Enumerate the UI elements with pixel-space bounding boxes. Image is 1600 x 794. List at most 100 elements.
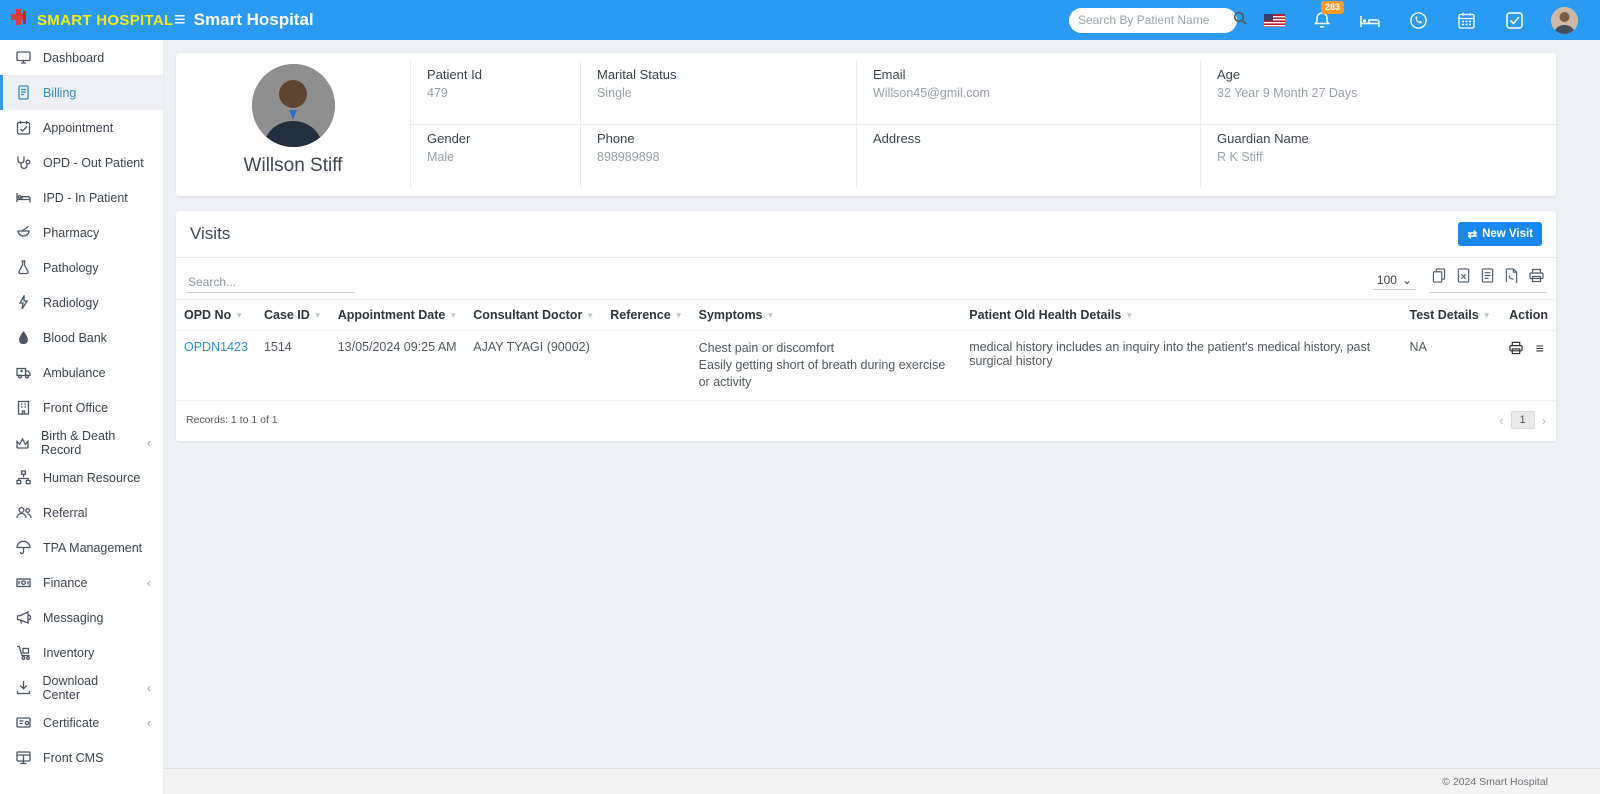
print-icon[interactable]: [1529, 268, 1544, 288]
column-header-reference[interactable]: Reference ▼: [602, 299, 691, 331]
language-flag-icon[interactable]: [1263, 9, 1285, 31]
ambulance-icon: [15, 365, 32, 380]
column-header-opd-no[interactable]: OPD No ▼: [176, 299, 256, 331]
caret-down-icon: ⌄: [1401, 273, 1412, 287]
top-header-bar: SMART HOSPITAL ≡ Smart Hospital 283: [0, 0, 1600, 40]
sidebar-item-appointment[interactable]: Appointment: [0, 110, 163, 145]
reference-cell: [602, 330, 691, 401]
sort-icon: ▼: [674, 311, 683, 321]
sidebar-item-referral[interactable]: Referral: [0, 495, 163, 530]
sidebar-item-finance[interactable]: Finance ‹: [0, 565, 163, 600]
pagination-prev-icon[interactable]: ‹: [1499, 413, 1503, 428]
sidebar-item-billing[interactable]: Billing: [0, 75, 163, 110]
sort-icon: ▼: [449, 311, 458, 321]
appointment-date-cell: 13/05/2024 09:25 AM: [329, 330, 466, 401]
column-header-symptoms[interactable]: Symptoms ▼: [690, 299, 962, 331]
page-size-select[interactable]: 100 ⌄: [1372, 271, 1416, 290]
sidebar-item-tpa-management[interactable]: TPA Management: [0, 530, 163, 565]
row-details-list-icon[interactable]: ≡: [1536, 340, 1544, 356]
bed-icon: [15, 190, 32, 205]
blood-drop-icon: [15, 330, 32, 345]
sidebar-item-pharmacy[interactable]: Pharmacy: [0, 215, 163, 250]
billing-icon: [15, 85, 32, 100]
sidebar-item-human-resource[interactable]: Human Resource: [0, 460, 163, 495]
column-header-case-id[interactable]: Case ID ▼: [255, 299, 330, 331]
copy-icon[interactable]: [1432, 268, 1446, 288]
page-footer: © 2024 Smart Hospital: [164, 768, 1600, 794]
test-details-cell: NA: [1401, 330, 1502, 401]
visits-card: Visits ⇄ New Visit 100 ⌄: [176, 211, 1556, 441]
column-header-appointment-date[interactable]: Appointment Date ▼: [329, 299, 466, 331]
beds-icon[interactable]: [1359, 9, 1381, 31]
user-avatar[interactable]: [1551, 6, 1578, 34]
app-logo[interactable]: SMART HOSPITAL: [0, 0, 173, 40]
sidebar-item-front-cms[interactable]: Front CMS: [0, 740, 163, 775]
patient-search-input[interactable]: [1078, 13, 1233, 27]
hamburger-menu-icon[interactable]: ≡: [174, 0, 186, 40]
chevron-left-icon: ‹: [147, 680, 151, 695]
patient-photo: [251, 64, 335, 147]
sidebar-item-blood-bank[interactable]: Blood Bank: [0, 320, 163, 355]
sort-icon: ▼: [766, 311, 775, 321]
radiology-icon: [15, 295, 32, 310]
calendar-icon[interactable]: [1455, 9, 1477, 31]
pagination: ‹ 1 ›: [1499, 411, 1546, 429]
sidebar-item-inventory[interactable]: Inventory: [0, 635, 163, 670]
download-icon: [15, 680, 31, 695]
chevron-left-icon: ‹: [147, 575, 151, 590]
sidebar-item-ipd[interactable]: IPD - In Patient: [0, 180, 163, 215]
sidebar-item-ambulance[interactable]: Ambulance: [0, 355, 163, 390]
chevron-left-icon: ‹: [147, 435, 151, 450]
visits-search-input[interactable]: [186, 272, 354, 293]
visits-table-header-row: OPD No ▼ Case ID ▼ Appointment Date ▼ Consu…: [176, 299, 1556, 331]
csv-export-icon[interactable]: [1481, 268, 1494, 288]
new-visit-button[interactable]: ⇄ New Visit: [1458, 222, 1542, 246]
visit-table-row: OPDN1423 1514 13/05/2024 09:25 AM AJAY T…: [176, 330, 1556, 401]
search-icon[interactable]: [1233, 11, 1247, 30]
sidebar-item-download-center[interactable]: Download Center ‹: [0, 670, 163, 705]
visits-title: Visits: [190, 224, 231, 243]
logo-text: SMART HOSPITAL: [37, 11, 174, 29]
patient-field-patient-id: Patient Id 479: [410, 61, 580, 125]
pagination-page-1[interactable]: 1: [1510, 411, 1535, 429]
patient-field-marital-status: Marital Status Single: [580, 61, 856, 125]
case-id-cell: 1514: [255, 330, 330, 401]
sidebar-item-opd[interactable]: OPD - Out Patient: [0, 145, 163, 180]
visits-table: OPD No ▼ Case ID ▼ Appointment Date ▼ Consu…: [176, 299, 1556, 401]
sort-icon: ▼: [313, 311, 322, 321]
row-print-icon[interactable]: [1509, 341, 1523, 355]
column-header-consultant-doctor[interactable]: Consultant Doctor ▼: [465, 299, 603, 331]
sort-icon: ▼: [1482, 311, 1491, 321]
export-toolbar: [1430, 268, 1546, 293]
excel-export-icon[interactable]: [1457, 268, 1470, 288]
page-title: Smart Hospital: [193, 10, 314, 29]
bullhorn-icon: [15, 610, 32, 625]
opd-no-link[interactable]: OPDN1423: [184, 340, 248, 354]
stethoscope-icon: [15, 155, 32, 170]
column-header-action: Action: [1501, 299, 1556, 331]
main-content: Willson Stiff Patient Id 479 Gender Male…: [164, 40, 1600, 768]
notifications-bell-icon[interactable]: 283: [1311, 1, 1345, 31]
patient-name: Willson Stiff: [243, 155, 343, 176]
column-header-test-details[interactable]: Test Details ▼: [1401, 299, 1502, 331]
column-header-old-health-details[interactable]: Patient Old Health Details ▼: [961, 299, 1402, 331]
sidebar-item-birth-death-record[interactable]: Birth & Death Record ‹: [0, 425, 163, 460]
umbrella-icon: [15, 540, 32, 555]
sidebar-item-radiology[interactable]: Radiology: [0, 285, 163, 320]
pagination-next-icon[interactable]: ›: [1542, 413, 1546, 428]
swap-arrows-icon: ⇄: [1467, 229, 1478, 241]
certificate-icon: [15, 715, 32, 730]
whatsapp-icon[interactable]: [1407, 9, 1429, 31]
patient-field-guardian-name: Guardian Name R K Stiff: [1200, 124, 1556, 188]
sort-icon: ▼: [235, 311, 244, 321]
sidebar-item-dashboard[interactable]: Dashboard: [0, 40, 163, 75]
sidebar-item-pathology[interactable]: Pathology: [0, 250, 163, 285]
consultant-doctor-cell: AJAY TYAGI (90002): [465, 330, 603, 401]
sidebar-item-front-office[interactable]: Front Office: [0, 390, 163, 425]
patient-search: [1069, 7, 1247, 33]
birth-death-icon: [15, 435, 30, 450]
sidebar-item-certificate[interactable]: Certificate ‹: [0, 705, 163, 740]
tasks-check-icon[interactable]: [1503, 9, 1525, 31]
pdf-export-icon[interactable]: [1505, 268, 1518, 288]
sidebar-item-messaging[interactable]: Messaging: [0, 600, 163, 635]
